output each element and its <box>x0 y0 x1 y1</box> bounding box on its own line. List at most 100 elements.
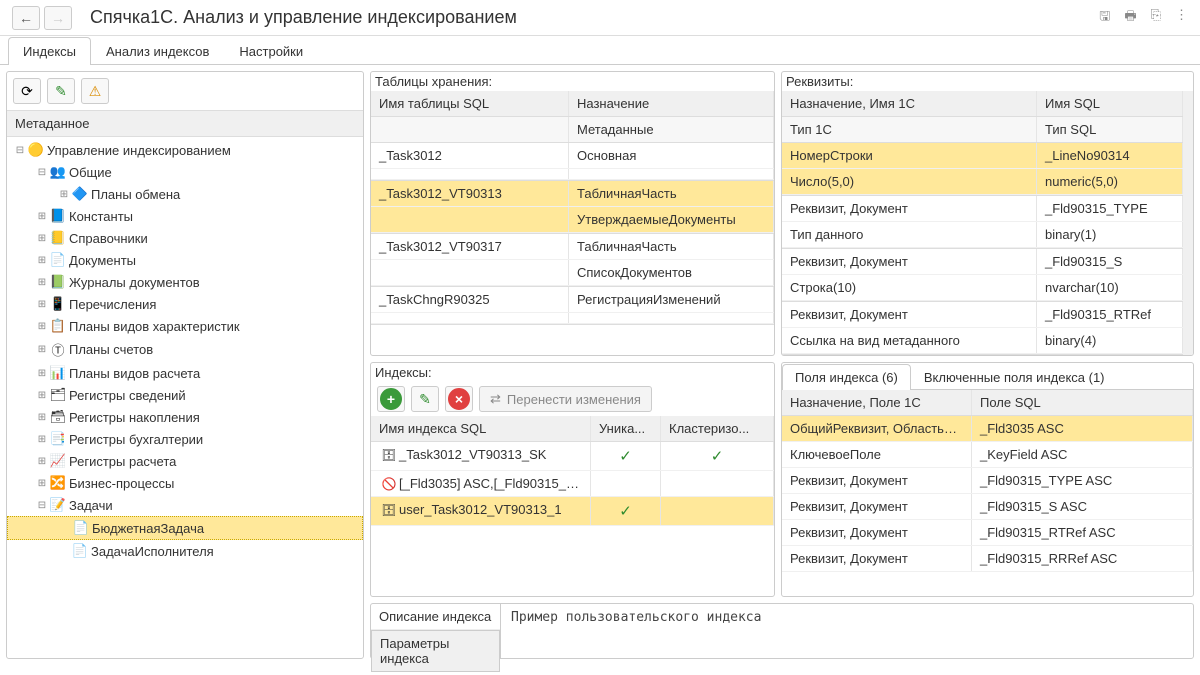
idx-col-unique[interactable]: Уника... <box>591 416 661 441</box>
req-row-sub[interactable]: Тип данногоbinary(1) <box>782 222 1183 248</box>
fld-col-name[interactable]: Назначение, Поле 1С <box>782 390 972 415</box>
refresh-button[interactable]: ⟳ <box>13 78 41 104</box>
tree-item[interactable]: ⊞📈Регистры расчета <box>7 450 363 472</box>
field-row[interactable]: ОбщийРеквизит, ОбластьДан..._Fld3035 ASC <box>782 416 1193 442</box>
expand-icon[interactable]: ⊟ <box>35 167 49 178</box>
tree-item[interactable]: ⊞🔀Бизнес-процессы <box>7 472 363 494</box>
storage-row[interactable]: _Task3012Основная <box>371 143 774 169</box>
storage-row-sub[interactable]: УтверждаемыеДокументы <box>371 207 774 233</box>
req-row[interactable]: Реквизит, Документ_Fld90315_RTRef <box>782 302 1183 328</box>
tree-item[interactable]: ⊞🔷Планы обмена <box>7 183 363 205</box>
tree-item[interactable]: ⊞📗Журналы документов <box>7 271 363 293</box>
tree-item[interactable]: ⊟🟡Управление индексированием <box>7 139 363 161</box>
tree-item[interactable]: ⊞🗃Регистры накопления <box>7 406 363 428</box>
expand-icon[interactable]: ⊟ <box>13 145 27 156</box>
expand-icon[interactable]: ⊞ <box>35 434 49 445</box>
field-row[interactable]: Реквизит, Документ_Fld90315_RRRef ASC <box>782 546 1193 572</box>
idx-col-name[interactable]: Имя индекса SQL <box>371 416 591 441</box>
more-icon[interactable]: ⋮ <box>1175 7 1188 29</box>
warning-button[interactable]: ⚠ <box>81 78 109 104</box>
req-row[interactable]: НомерСтроки_LineNo90314 <box>782 143 1183 169</box>
expand-icon[interactable]: ⊞ <box>35 255 49 266</box>
tree-item[interactable]: ⊞🗂Регистры сведений <box>7 384 363 406</box>
expand-icon[interactable]: ⊞ <box>35 321 49 332</box>
tree-item[interactable]: ⊞📒Справочники <box>7 227 363 249</box>
tree-item[interactable]: ⊞📘Константы <box>7 205 363 227</box>
expand-icon[interactable]: ⊞ <box>35 412 49 423</box>
req-row[interactable]: Реквизит, Документ_Fld90315_TYPE <box>782 196 1183 222</box>
req-row-sub[interactable]: Строка(10)nvarchar(10) <box>782 275 1183 301</box>
tree-item[interactable]: 📄БюджетнаяЗадача <box>7 516 363 540</box>
transfer-icon: ⇄ <box>490 391 501 407</box>
expand-icon[interactable]: ⊞ <box>35 344 49 355</box>
tree-node-label: ЗадачаИсполнителя <box>91 544 214 559</box>
index-icon: 🚫 <box>379 477 399 491</box>
add-index-button[interactable]: + <box>377 386 405 412</box>
tab-analysis[interactable]: Анализ индексов <box>91 37 224 65</box>
export-icon[interactable]: ⎘ <box>1151 7 1161 29</box>
expand-icon[interactable]: ⊞ <box>35 368 49 379</box>
field-row[interactable]: Реквизит, Документ_Fld90315_RTRef ASC <box>782 520 1193 546</box>
req-row-sub[interactable]: Число(5,0)numeric(5,0) <box>782 169 1183 195</box>
tab-included-fields[interactable]: Включенные поля индекса (1) <box>911 364 1118 390</box>
tree-item[interactable]: 📄ЗадачаИсполнителя <box>7 540 363 562</box>
idx-col-clustered[interactable]: Кластеризо... <box>661 416 774 441</box>
storage-row-sub[interactable]: СписокДокументов <box>371 260 774 286</box>
req-row[interactable]: Реквизит, Документ_Fld90315_S <box>782 249 1183 275</box>
tree-item[interactable]: ⊞📱Перечисления <box>7 293 363 315</box>
storage-row[interactable]: _Task3012_VT90313ТабличнаяЧасть <box>371 181 774 207</box>
req-col-name[interactable]: Назначение, Имя 1С <box>782 91 1037 116</box>
tree-item[interactable]: ⊟👥Общие <box>7 161 363 183</box>
expand-icon[interactable]: ⊞ <box>57 189 71 200</box>
print-icon[interactable]: 🖶 <box>1124 7 1136 29</box>
expand-icon[interactable]: ⊞ <box>35 277 49 288</box>
tree-node-icon: 📄 <box>49 252 67 268</box>
delete-index-button[interactable]: × <box>445 386 473 412</box>
req-row-sub[interactable]: Ссылка на вид метаданногоbinary(4) <box>782 328 1183 354</box>
storage-row[interactable]: _TaskChngR90325РегистрацияИзменений <box>371 287 774 313</box>
index-row[interactable]: 🗄_Task3012_VT90313_SK✓✓ <box>371 442 774 471</box>
tree-item[interactable]: ⊞📑Регистры бухгалтерии <box>7 428 363 450</box>
idx-title: Индексы: <box>371 363 774 382</box>
tree-item[interactable]: ⊟📝Задачи <box>7 494 363 516</box>
tree-node-icon: 📗 <box>49 274 67 290</box>
index-row[interactable]: 🗄user_Task3012_VT90313_1✓ <box>371 497 774 526</box>
tab-indexes[interactable]: Индексы <box>8 37 91 65</box>
storage-col-name[interactable]: Имя таблицы SQL <box>371 91 569 116</box>
main-tabs: Индексы Анализ индексов Настройки <box>0 36 1200 65</box>
field-row[interactable]: КлючевоеПоле_KeyField ASC <box>782 442 1193 468</box>
storage-row-sub[interactable] <box>371 313 774 324</box>
edit-button[interactable]: ✎ <box>47 78 75 104</box>
req-col-sql[interactable]: Имя SQL <box>1037 91 1183 116</box>
tree-item[interactable]: ⊞ⓉПланы счетов <box>7 337 363 362</box>
expand-icon[interactable]: ⊞ <box>35 390 49 401</box>
tree-item[interactable]: ⊞📄Документы <box>7 249 363 271</box>
edit-index-button[interactable]: ✎ <box>411 386 439 412</box>
tree-node-icon: 🗂 <box>49 387 67 403</box>
expand-icon[interactable]: ⊞ <box>35 456 49 467</box>
expand-icon[interactable]: ⊞ <box>35 211 49 222</box>
storage-col-purpose[interactable]: Назначение <box>569 91 774 116</box>
tree-node-label: Журналы документов <box>69 275 200 290</box>
req-scrollbar[interactable] <box>1183 91 1193 355</box>
fld-col-sql[interactable]: Поле SQL <box>972 390 1193 415</box>
expand-icon[interactable]: ⊟ <box>35 500 49 511</box>
tree-item[interactable]: ⊞📋Планы видов характеристик <box>7 315 363 337</box>
nav-forward-button[interactable]: → <box>44 6 72 30</box>
expand-icon[interactable]: ⊞ <box>35 299 49 310</box>
field-row[interactable]: Реквизит, Документ_Fld90315_S ASC <box>782 494 1193 520</box>
save-icon[interactable]: 🖫 <box>1099 7 1110 29</box>
tree-item[interactable]: ⊞📊Планы видов расчета <box>7 362 363 384</box>
storage-row[interactable]: _Task3012_VT90317ТабличнаяЧасть <box>371 234 774 260</box>
expand-icon[interactable]: ⊞ <box>35 478 49 489</box>
index-row[interactable]: 🚫[_Fld3035] ASC,[_Fld90315_TYP... <box>371 471 774 497</box>
tab-index-description[interactable]: Описание индекса <box>371 604 500 630</box>
metadata-tree[interactable]: ⊟🟡Управление индексированием⊟👥Общие⊞🔷Пла… <box>7 137 363 658</box>
nav-back-button[interactable]: ← <box>12 6 40 30</box>
expand-icon[interactable]: ⊞ <box>35 233 49 244</box>
tab-settings[interactable]: Настройки <box>224 37 318 65</box>
storage-row-sub[interactable] <box>371 169 774 180</box>
field-row[interactable]: Реквизит, Документ_Fld90315_TYPE ASC <box>782 468 1193 494</box>
tab-index-params[interactable]: Параметры индекса <box>371 630 500 672</box>
tab-index-fields[interactable]: Поля индекса (6) <box>782 364 911 390</box>
